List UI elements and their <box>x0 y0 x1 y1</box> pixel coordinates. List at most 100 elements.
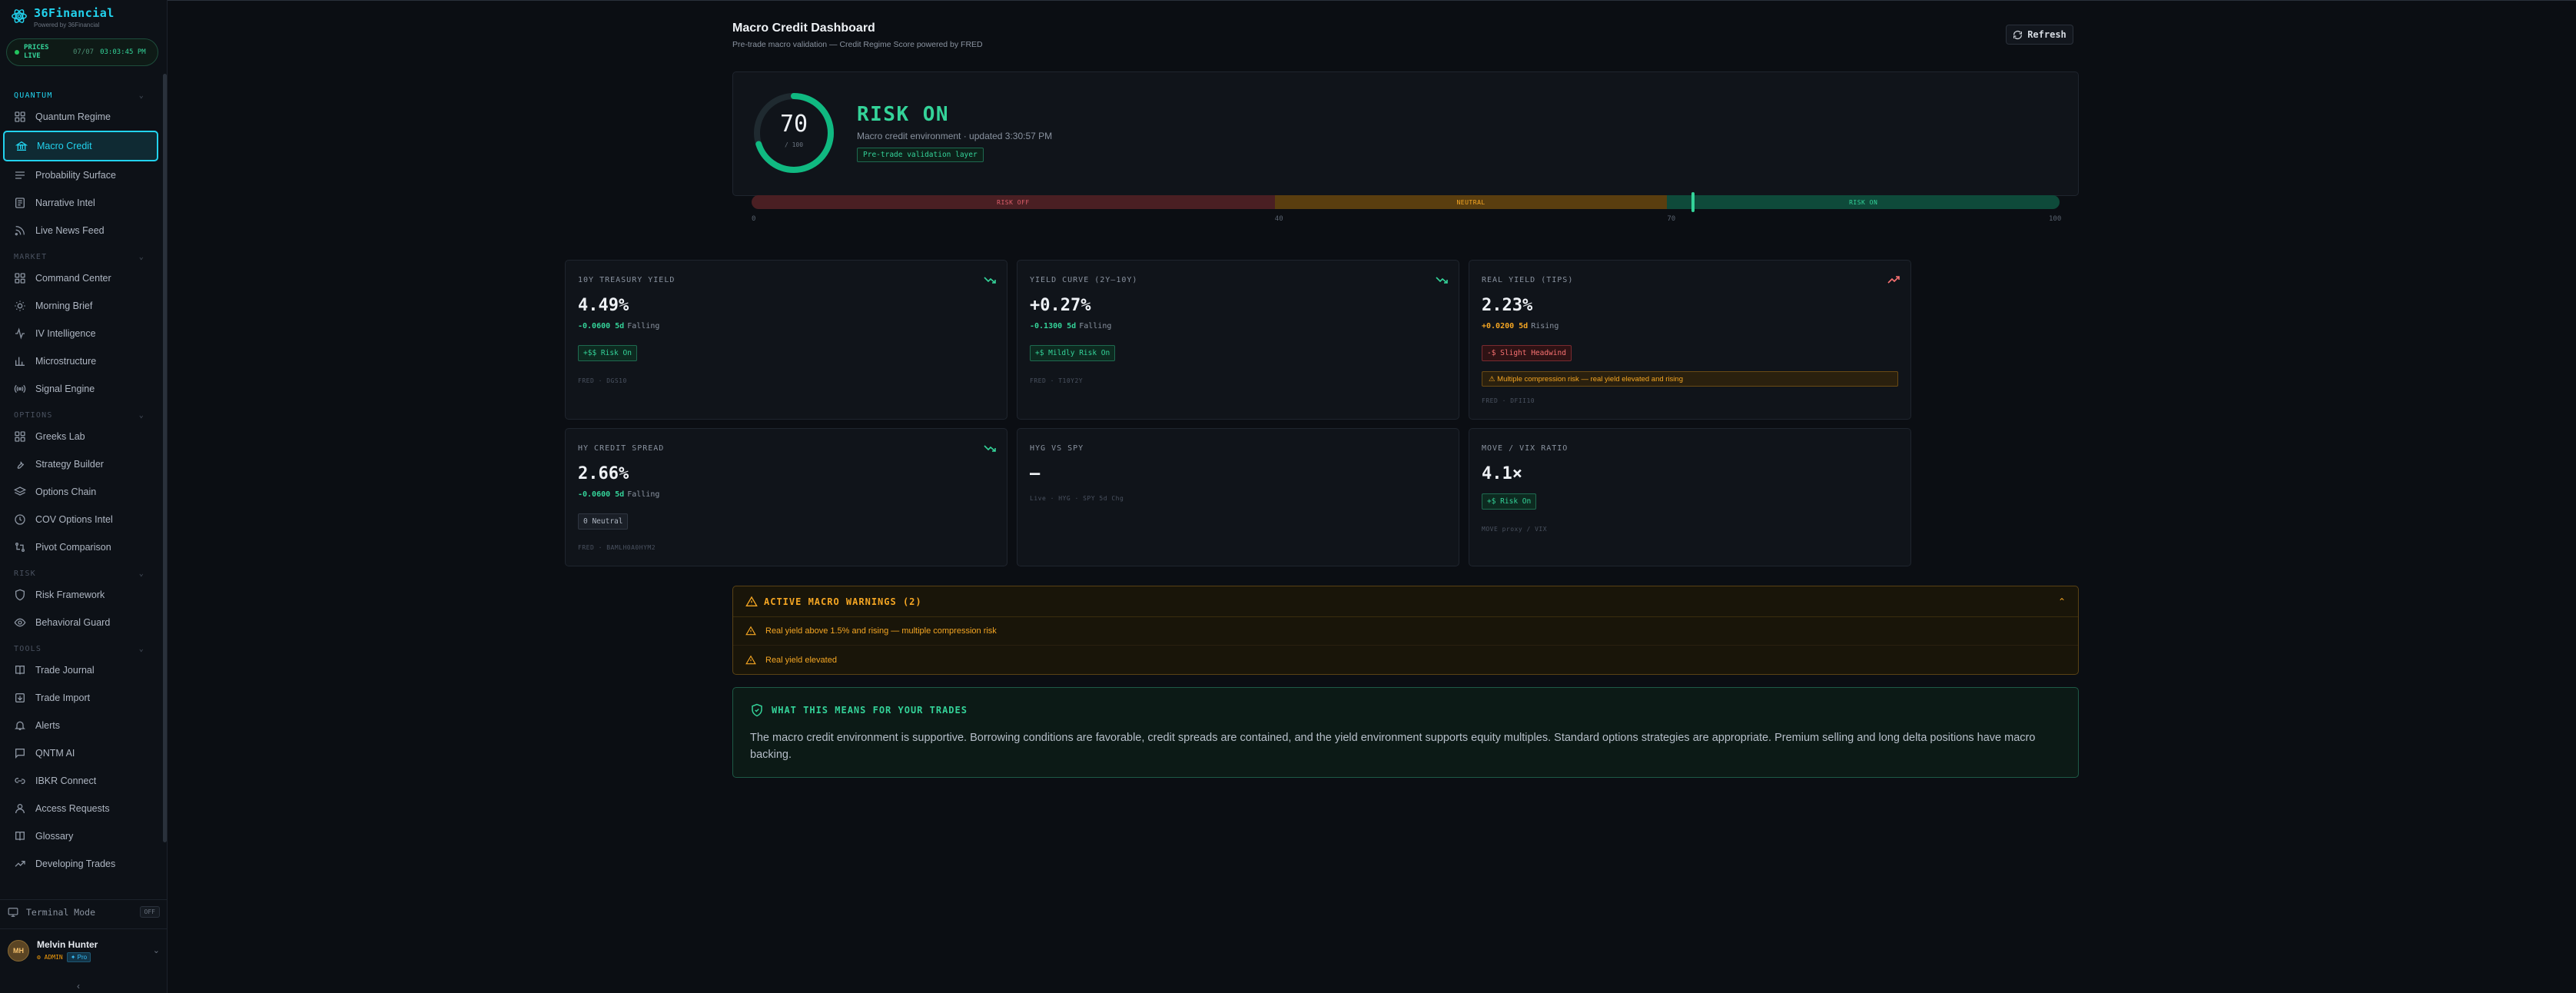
metric-value: 2.66% <box>578 464 629 483</box>
sidebar-item-pivot-comparison[interactable]: Pivot Comparison <box>0 533 161 561</box>
brand-title: 36Financial <box>34 6 115 20</box>
sidebar-item-label: Behavioral Guard <box>35 617 111 628</box>
qntm-ai-icon <box>14 747 26 759</box>
access-requests-icon <box>14 802 26 815</box>
sidebar-item-label: Morning Brief <box>35 301 93 311</box>
sidebar-item-behavioral-guard[interactable]: Behavioral Guard <box>0 609 161 636</box>
sidebar-item-trade-journal[interactable]: Trade Journal <box>0 656 161 684</box>
sidebar-scrollbar[interactable] <box>163 74 167 842</box>
sidebar-item-label: Alerts <box>35 720 60 731</box>
sidebar-item-quantum-regime[interactable]: Quantum Regime <box>0 103 161 131</box>
sidebar-item-microstructure[interactable]: Microstructure <box>0 347 161 375</box>
chevron-down-icon: ⌄ <box>138 252 144 261</box>
macro-warnings-header[interactable]: ACTIVE MACRO WARNINGS (2) ⌃ <box>733 586 2078 617</box>
terminal-mode-toggle[interactable]: Terminal Mode OFF <box>0 899 168 924</box>
sidebar-item-label: Greeks Lab <box>35 431 85 442</box>
metric-card-10y-treasury-yield: 10Y TREASURY YIELD 4.49% -0.0600 5d Falling… <box>565 260 1007 420</box>
sidebar-item-signal-engine[interactable]: Signal Engine <box>0 375 161 403</box>
warning-item: Real yield elevated <box>733 646 2078 674</box>
sidebar-item-ibkr-connect[interactable]: IBKR Connect <box>0 767 161 795</box>
metric-title: HYG VS SPY <box>1030 444 1084 453</box>
sidebar-item-label: IBKR Connect <box>35 775 97 786</box>
sidebar-item-greeks-lab[interactable]: Greeks Lab <box>0 423 161 450</box>
nav-section-quantum[interactable]: QUANTUM ⌄ <box>0 88 161 103</box>
page-title: Macro Credit Dashboard <box>732 22 875 35</box>
sidebar-item-label: Microstructure <box>35 356 97 367</box>
metric-source: Live · HYG · SPY 5d Chg <box>1030 495 1124 502</box>
collapse-sidebar-icon[interactable]: ‹ <box>77 981 80 991</box>
metric-card-real-yield-tips: REAL YIELD (TIPS) 2.23% +0.0200 5d Rising -$… <box>1469 260 1911 420</box>
top-divider <box>168 0 2576 1</box>
sidebar-item-cov-options-intel[interactable]: COV Options Intel <box>0 506 161 533</box>
developing-trades-icon <box>14 858 26 870</box>
iv-intelligence-icon <box>14 327 26 340</box>
prices-live-indicator: PRICES LIVE 07/07 03:03:45 PM <box>6 38 158 66</box>
pro-badge: ✦ Pro <box>66 951 91 962</box>
sidebar-item-risk-framework[interactable]: Risk Framework <box>0 581 161 609</box>
metric-signal-badge: 0 Neutral <box>578 513 629 530</box>
sidebar-item-developing-trades[interactable]: Developing Trades <box>0 850 161 878</box>
sidebar-item-command-center[interactable]: Command Center <box>0 264 161 292</box>
sidebar-item-live-news-feed[interactable]: Live News Feed <box>0 217 161 244</box>
macro-warnings-title: ACTIVE MACRO WARNINGS (2) <box>764 596 922 607</box>
nav-section-options[interactable]: OPTIONS ⌄ <box>0 407 161 423</box>
refresh-button[interactable]: Refresh <box>2006 25 2073 45</box>
nav-section-market[interactable]: MARKET ⌄ <box>0 249 161 264</box>
sidebar-item-narrative-intel[interactable]: Narrative Intel <box>0 189 161 217</box>
sidebar-item-morning-brief[interactable]: Morning Brief <box>0 292 161 320</box>
chevron-up-icon[interactable]: ⌃ <box>2058 596 2066 607</box>
options-chain-icon <box>14 486 26 498</box>
sidebar-item-trade-import[interactable]: Trade Import <box>0 684 161 712</box>
microstructure-icon <box>14 355 26 367</box>
pivot-comparison-icon <box>14 541 26 553</box>
sidebar-item-label: Trade Import <box>35 692 91 703</box>
sidebar-item-glossary[interactable]: Glossary <box>0 822 161 850</box>
validation-layer-tag: Pre-trade validation layer <box>857 148 984 162</box>
sidebar-item-alerts[interactable]: Alerts <box>0 712 161 739</box>
terminal-mode-label: Terminal Mode <box>26 906 96 918</box>
trend-down-icon <box>984 274 996 284</box>
warning-item: Real yield above 1.5% and rising — multi… <box>733 617 2078 646</box>
sidebar-item-label: Risk Framework <box>35 589 105 600</box>
sidebar-item-label: Options Chain <box>35 487 97 497</box>
sidebar-item-label: QNTM AI <box>35 748 75 759</box>
metric-value: +0.27% <box>1030 296 1091 315</box>
command-center-icon <box>14 272 26 284</box>
brand[interactable]: 36Financial Powered by 36Financial <box>11 6 115 32</box>
warning-icon <box>745 655 756 664</box>
metric-value: 2.23% <box>1482 296 1533 315</box>
regime-label: RISK ON <box>857 103 950 126</box>
sidebar: 36Financial Powered by 36Financial PRICE… <box>0 0 168 993</box>
prices-date: 07/07 <box>73 48 95 56</box>
chevron-down-icon: ⌄ <box>138 410 144 420</box>
sidebar-item-iv-intelligence[interactable]: IV Intelligence <box>0 320 161 347</box>
trend-down-icon <box>984 443 996 452</box>
sidebar-item-label: COV Options Intel <box>35 514 113 525</box>
chevron-down-icon: ⌄ <box>152 946 160 955</box>
nav-section-tools[interactable]: TOOLS ⌄ <box>0 641 161 656</box>
metric-change: -0.1300 5d Falling <box>1030 322 1112 330</box>
trend-down-icon <box>1436 274 1448 284</box>
sidebar-item-probability-surface[interactable]: Probability Surface <box>0 161 161 189</box>
strategy-builder-icon <box>14 458 26 470</box>
sidebar-item-label: Access Requests <box>35 803 110 814</box>
sidebar-item-strategy-builder[interactable]: Strategy Builder <box>0 450 161 478</box>
page-subtitle: Pre-trade macro validation — Credit Regi… <box>732 40 983 49</box>
prices-label: PRICES LIVE <box>24 44 49 60</box>
metric-source: FRED · BAMLH0A0HYM2 <box>578 544 656 551</box>
sidebar-item-qntm-ai[interactable]: QNTM AI <box>0 739 161 767</box>
user-menu[interactable]: MH Melvin Hunter ⚙ ADMIN ✦ Pro ⌄ <box>0 928 168 971</box>
sidebar-nav: QUANTUM ⌄ Quantum Regime Macro Credit Probab… <box>0 83 161 878</box>
prices-time: 03:03:45 PM <box>100 48 146 56</box>
terminal-mode-state: OFF <box>139 906 160 918</box>
sidebar-item-access-requests[interactable]: Access Requests <box>0 795 161 822</box>
metric-card-hy-credit-spread: HY CREDIT SPREAD 2.66% -0.0600 5d Falling 0 … <box>565 428 1007 566</box>
sidebar-item-label: Strategy Builder <box>35 459 104 470</box>
sidebar-item-options-chain[interactable]: Options Chain <box>0 478 161 506</box>
regime-scale-bar: RISK OFF NEUTRAL RISK ON <box>752 195 2060 209</box>
sidebar-item-label: Signal Engine <box>35 384 95 394</box>
sidebar-item-label: Probability Surface <box>35 170 116 181</box>
nav-section-risk[interactable]: RISK ⌄ <box>0 566 161 581</box>
sidebar-item-macro-credit[interactable]: Macro Credit <box>3 131 158 161</box>
scale-tick: 40 <box>1274 215 1283 223</box>
